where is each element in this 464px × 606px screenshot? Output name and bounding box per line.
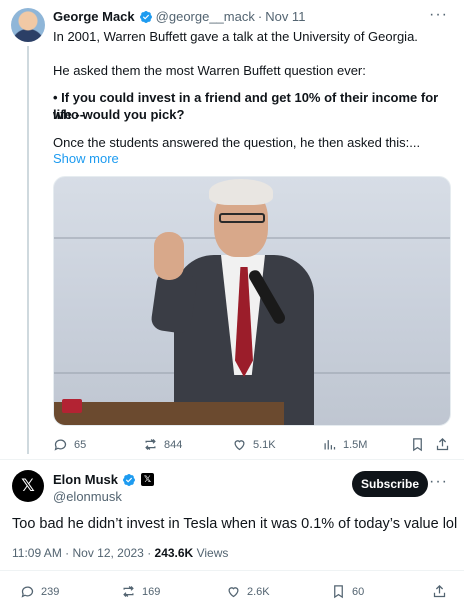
bookmark-icon [334, 585, 343, 599]
reply-action[interactable]: 65 [53, 437, 86, 452]
author-name[interactable]: Elon Musk [53, 472, 118, 487]
parent-tweet: George Mack @george__mack · Nov 11 ··· I… [0, 0, 464, 460]
bookmark-count: 60 [352, 585, 365, 598]
repost-count: 169 [142, 585, 161, 598]
repost-icon [123, 586, 134, 597]
reply-count: 65 [74, 438, 87, 451]
tweet-divider [0, 459, 464, 460]
author-handle[interactable]: @george__mack [156, 9, 255, 24]
author-handle[interactable]: @elonmusk [53, 489, 122, 504]
bookmark-action[interactable]: 60 [331, 584, 364, 599]
reply-icon [54, 439, 67, 451]
bookmark-icon [413, 438, 422, 452]
bookmark-action[interactable] [410, 437, 431, 452]
repost-count: 844 [164, 438, 183, 451]
show-more-link[interactable]: Show more [53, 151, 119, 166]
actions-divider [0, 570, 464, 571]
views-label: Views [193, 546, 229, 560]
more-options-icon[interactable]: ··· [429, 6, 448, 24]
like-action[interactable]: 5.1K [232, 437, 276, 452]
tweet-timestamp[interactable]: 11:09 AM · Nov 12, 2023 · [12, 546, 155, 560]
tweet-paragraph-2: He asked them the most Warren Buffett qu… [53, 63, 366, 78]
tweet-text: Too bad he didn’t invest in Tesla when i… [12, 516, 458, 532]
verified-badge-icon [139, 10, 152, 23]
reply-count: 239 [41, 585, 60, 598]
share-icon [436, 437, 449, 451]
separator-dot: · [257, 9, 263, 24]
more-options-icon[interactable]: ··· [429, 473, 448, 491]
author-name[interactable]: George Mack [53, 9, 135, 24]
like-count: 5.1K [253, 438, 276, 451]
views-chart-icon [324, 440, 336, 450]
heart-icon [228, 587, 239, 598]
share-action[interactable] [435, 437, 456, 452]
tweet-bullet-line-2: who would you pick? [53, 107, 185, 122]
elon-musk-avatar[interactable]: 𝕏 [12, 470, 44, 502]
reply-action[interactable]: 239 [20, 584, 59, 599]
cup [62, 399, 82, 413]
george-mack-avatar[interactable] [11, 8, 45, 42]
tweet-metadata: 11:09 AM · Nov 12, 2023 · 243.6K Views [12, 546, 228, 560]
views-count: 1.5M [343, 438, 368, 451]
tweet-date[interactable]: Nov 11 [265, 9, 305, 24]
parent-tweet-header: George Mack @george__mack · Nov 11 [53, 9, 305, 24]
thread-line [27, 46, 29, 454]
podium [54, 402, 284, 425]
tweet-video-thumbnail[interactable] [53, 176, 451, 426]
views-count: 243.6K [154, 546, 194, 560]
reply-icon [21, 586, 34, 598]
tweet-paragraph-3: Once the students answered the question,… [53, 135, 421, 150]
share-icon [433, 584, 446, 598]
x-affiliation-icon: 𝕏 [141, 473, 155, 486]
repost-icon [145, 439, 156, 450]
repost-action[interactable]: 169 [121, 584, 160, 599]
views-action[interactable]: 1.5M [322, 437, 367, 452]
subscribe-button[interactable]: Subscribe [352, 471, 428, 497]
heart-icon [234, 440, 245, 451]
main-tweet-header: Elon Musk 𝕏 [53, 472, 155, 487]
speaker-figure [149, 177, 339, 425]
like-action[interactable]: 2.6K [226, 584, 270, 599]
verified-badge-icon [123, 473, 135, 486]
like-count: 2.6K [247, 585, 270, 598]
tweet-paragraph-1: In 2001, Warren Buffett gave a talk at t… [53, 29, 418, 44]
share-action[interactable] [432, 584, 453, 599]
repost-action[interactable]: 844 [143, 437, 182, 452]
